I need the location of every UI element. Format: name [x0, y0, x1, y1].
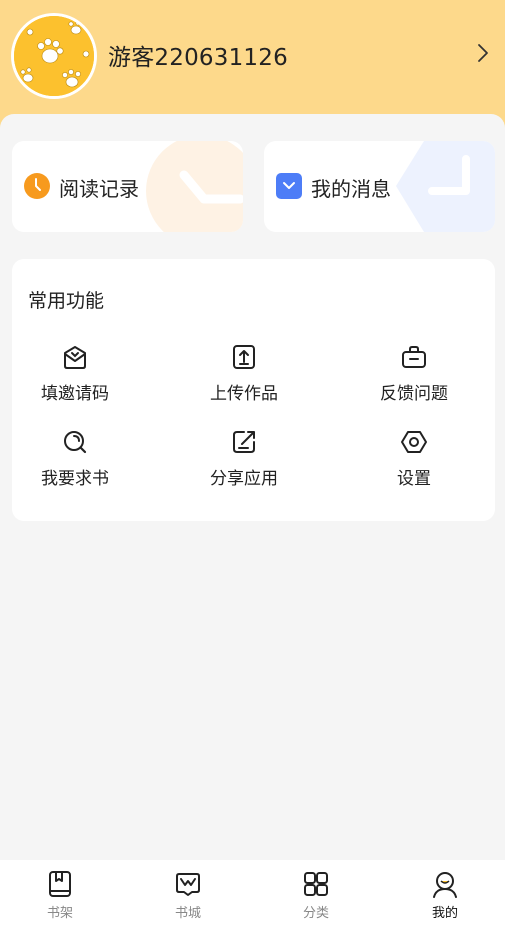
tab-bookstore-label: 书城 — [174, 906, 201, 921]
settings-label: 设置 — [397, 469, 431, 489]
share-app-button[interactable]: 分享应用 — [184, 428, 304, 489]
feedback-bag-icon — [402, 346, 426, 368]
feedback-label: 反馈问题 — [380, 384, 448, 404]
settings-icon — [401, 431, 427, 453]
share-icon — [233, 431, 255, 453]
tab-category-label: 分类 — [302, 906, 329, 921]
tab-mine[interactable]: 我的 — [405, 870, 485, 921]
username: 游客220631126 — [108, 45, 288, 71]
upload-icon — [233, 345, 255, 369]
tab-mine-label: 我的 — [431, 906, 458, 921]
my-messages-card[interactable]: 我的消息 — [264, 141, 495, 232]
request-book-label: 我要求书 — [41, 469, 109, 489]
clock-icon — [24, 173, 50, 199]
share-app-label: 分享应用 — [210, 469, 278, 489]
bottom-tab-bar: 书架 书城 分类 我的 — [0, 860, 505, 930]
invite-mail-icon — [64, 346, 86, 369]
message-decoration-icon — [396, 141, 495, 232]
search-book-icon — [64, 431, 87, 454]
message-icon — [276, 173, 302, 199]
clock-decoration-icon — [146, 141, 243, 232]
tab-bookshelf[interactable]: 书架 — [20, 870, 100, 921]
paw-pattern-icon — [14, 16, 94, 96]
upload-work-button[interactable]: 上传作品 — [184, 343, 304, 404]
invite-code-button[interactable]: 填邀请码 — [15, 343, 135, 404]
invite-code-label: 填邀请码 — [41, 384, 109, 404]
bookstore-icon — [176, 873, 200, 896]
reading-history-label: 阅读记录 — [59, 177, 139, 201]
tab-bookshelf-label: 书架 — [46, 906, 73, 921]
chevron-right-icon[interactable] — [472, 42, 494, 64]
tab-bookstore[interactable]: 书城 — [148, 870, 228, 921]
feedback-button[interactable]: 反馈问题 — [354, 343, 474, 404]
profile-icon — [433, 872, 457, 898]
reading-history-card[interactable]: 阅读记录 — [12, 141, 243, 232]
bookshelf-icon — [49, 871, 71, 897]
avatar[interactable] — [11, 13, 97, 99]
tab-category[interactable]: 分类 — [276, 870, 356, 921]
request-book-button[interactable]: 我要求书 — [15, 428, 135, 489]
category-grid-icon — [304, 872, 328, 896]
my-messages-label: 我的消息 — [311, 177, 391, 201]
upload-work-label: 上传作品 — [210, 384, 278, 404]
settings-button[interactable]: 设置 — [354, 428, 474, 489]
section-title: 常用功能 — [28, 290, 105, 312]
